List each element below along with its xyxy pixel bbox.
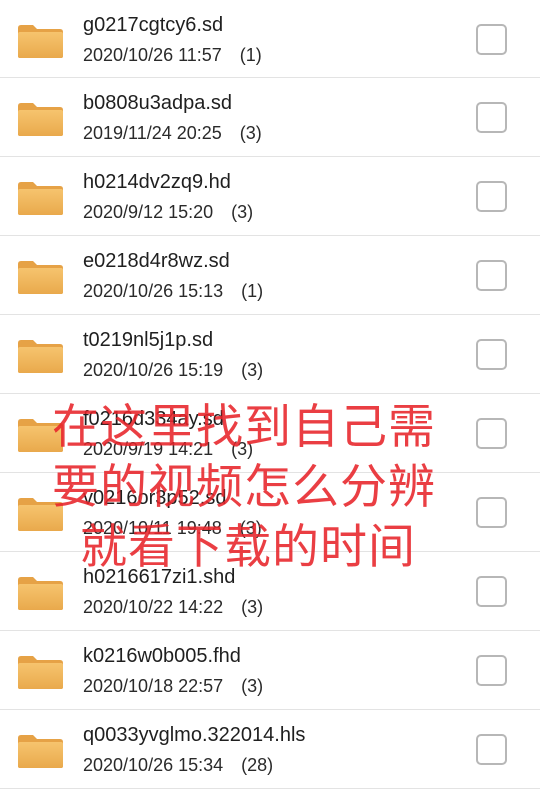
folder-count: (1) — [241, 281, 264, 301]
folder-name: h0216617zi1.shd — [83, 566, 236, 588]
folder-date: 2020/10/26 15:13 — [83, 281, 224, 301]
folder-name: v0216or3p52.sd — [83, 487, 227, 509]
select-checkbox[interactable] — [476, 576, 507, 607]
list-item[interactable]: b0808u3adpa.sd 2019/11/24 20:25 (3) — [0, 78, 540, 157]
folder-count: (28) — [241, 755, 274, 775]
folder-meta: 2020/10/11 19:48 (3) — [83, 518, 262, 539]
folder-icon — [17, 575, 64, 611]
select-checkbox[interactable] — [476, 339, 507, 370]
folder-meta: 2020/10/26 15:19 (3) — [83, 360, 263, 381]
folder-name: t0219nl5j1p.sd — [83, 329, 214, 351]
folder-count: (3) — [231, 439, 254, 459]
folder-icon — [17, 259, 64, 295]
list-item[interactable]: k0216w0b005.fhd 2020/10/18 22:57 (3) — [0, 631, 540, 710]
folder-meta: 2020/10/26 11:57 (1) — [83, 45, 262, 66]
select-checkbox[interactable] — [476, 655, 507, 686]
folder-count: (3) — [239, 518, 262, 538]
folder-name: q0033yvglmo.322014.hls — [83, 724, 306, 746]
folder-meta: 2020/10/26 15:13 (1) — [83, 281, 263, 302]
folder-meta: 2020/9/19 14:21 (3) — [83, 439, 253, 460]
folder-name: f0216d334ay.sd — [83, 408, 224, 430]
folder-count: (3) — [241, 676, 264, 696]
folder-date: 2020/10/26 11:57 — [83, 45, 222, 65]
folder-icon — [17, 101, 64, 137]
select-checkbox[interactable] — [476, 24, 507, 55]
folder-date: 2020/10/11 19:48 — [83, 518, 222, 538]
select-checkbox[interactable] — [476, 418, 507, 449]
list-item[interactable]: e0218d4r8wz.sd 2020/10/26 15:13 (1) — [0, 236, 540, 315]
folder-meta: 2020/9/12 15:20 (3) — [83, 202, 253, 223]
select-checkbox[interactable] — [476, 497, 507, 528]
folder-icon — [17, 23, 64, 59]
folder-count: (3) — [241, 360, 264, 380]
folder-date: 2019/11/24 20:25 — [83, 123, 222, 143]
select-checkbox[interactable] — [476, 181, 507, 212]
list-item[interactable]: h0214dv2zq9.hd 2020/9/12 15:20 (3) — [0, 157, 540, 236]
folder-count: (3) — [241, 597, 264, 617]
select-checkbox[interactable] — [476, 734, 507, 765]
folder-icon — [17, 338, 64, 374]
folder-icon — [17, 180, 64, 216]
list-item[interactable]: t0219nl5j1p.sd 2020/10/26 15:19 (3) — [0, 315, 540, 394]
folder-date: 2020/10/22 14:22 — [83, 597, 224, 617]
folder-name: b0808u3adpa.sd — [83, 92, 233, 114]
folder-meta: 2019/11/24 20:25 (3) — [83, 123, 262, 144]
folder-date: 2020/10/26 15:34 — [83, 755, 224, 775]
folder-meta: 2020/10/26 15:34 (28) — [83, 755, 273, 776]
folder-date: 2020/10/26 15:19 — [83, 360, 224, 380]
select-checkbox[interactable] — [476, 102, 507, 133]
folder-icon — [17, 417, 64, 453]
select-checkbox[interactable] — [476, 260, 507, 291]
file-browser: g0217cgtcy6.sd 2020/10/26 11:57 (1) b0808u3… — [0, 0, 540, 797]
folder-icon — [17, 733, 64, 769]
folder-meta: 2020/10/18 22:57 (3) — [83, 676, 263, 697]
folder-count: (3) — [239, 123, 262, 143]
folder-date: 2020/9/19 14:21 — [83, 439, 214, 459]
folder-name: k0216w0b005.fhd — [83, 645, 241, 667]
folder-name: e0218d4r8wz.sd — [83, 250, 230, 272]
folder-date: 2020/9/12 15:20 — [83, 202, 214, 222]
folder-name: g0217cgtcy6.sd — [83, 14, 224, 36]
folder-meta: 2020/10/22 14:22 (3) — [83, 597, 263, 618]
list-item[interactable]: q0033yvglmo.322014.hls 2020/10/26 15:34 (2… — [0, 710, 540, 789]
list-item[interactable]: h0216617zi1.shd 2020/10/22 14:22 (3) — [0, 552, 540, 631]
folder-icon — [17, 654, 64, 690]
folder-count: (1) — [239, 45, 262, 65]
folder-icon — [17, 496, 64, 532]
folder-date: 2020/10/18 22:57 — [83, 676, 224, 696]
folder-list: g0217cgtcy6.sd 2020/10/26 11:57 (1) b0808u3… — [0, 0, 540, 789]
folder-count: (3) — [231, 202, 254, 222]
list-item[interactable]: f0216d334ay.sd 2020/9/19 14:21 (3) — [0, 394, 540, 473]
folder-name: h0214dv2zq9.hd — [83, 171, 231, 193]
list-item[interactable]: v0216or3p52.sd 2020/10/11 19:48 (3) — [0, 473, 540, 552]
list-item[interactable]: g0217cgtcy6.sd 2020/10/26 11:57 (1) — [0, 0, 540, 78]
